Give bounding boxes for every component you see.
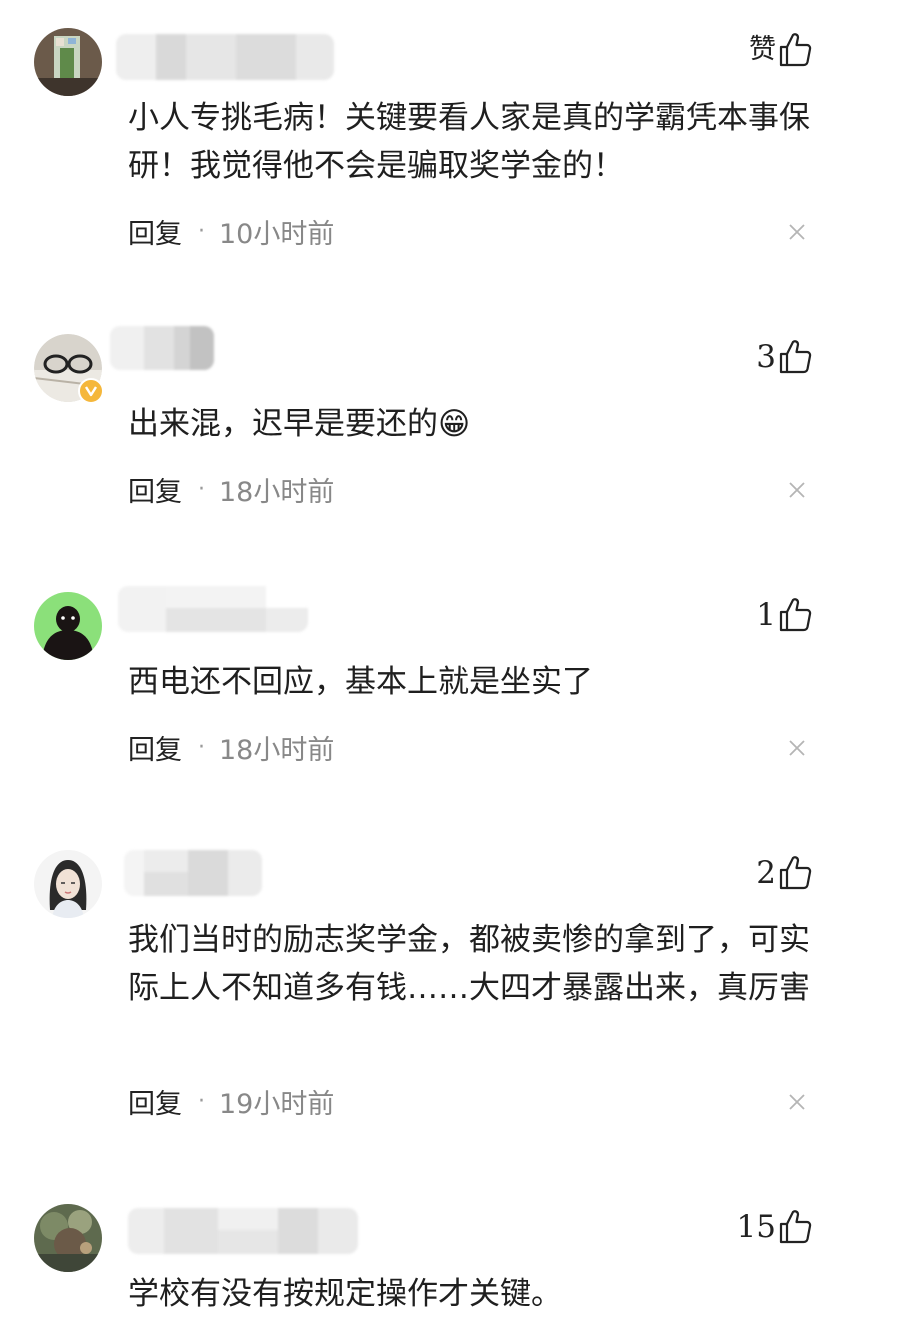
username-blurred[interactable] [124,850,262,896]
like-button[interactable]: 3 [756,337,812,377]
comment-text: 小人专挑毛病！关键要看人家是真的学霸凭本事保研！我觉得他不会是骗取奖学金的！ [128,100,810,184]
comment-text: 西电还不回应，基本上就是坐实了 [128,664,593,700]
like-button[interactable]: 1 [756,595,812,635]
close-icon[interactable] [788,739,806,757]
verified-badge-icon [78,378,104,404]
thumbs-up-icon [778,339,812,375]
comment-text: 学校有没有按规定操作才关键。 [128,1276,562,1312]
separator-dot: · [198,218,205,244]
comment-text: 出来混，迟早是要还的😁 [128,406,471,442]
like-count: 2 [756,855,776,891]
comment-meta: 回复 · 10小时前 [128,212,335,251]
avatar[interactable] [34,850,102,918]
reply-button[interactable]: 回复 [128,728,182,767]
close-icon[interactable] [788,1093,806,1111]
username-blurred[interactable] [116,34,334,80]
like-label: 赞 [749,34,776,65]
separator-dot: · [198,734,205,760]
reply-button[interactable]: 回复 [128,1082,182,1121]
reply-button[interactable]: 回复 [128,212,182,251]
username-blurred[interactable] [118,586,308,632]
thumbs-up-icon [778,597,812,633]
comment-meta: 回复 · 18小时前 [128,728,335,767]
avatar[interactable] [34,1204,102,1272]
username-blurred[interactable] [110,326,214,370]
thumbs-up-icon [778,855,812,891]
like-button[interactable]: 2 [756,853,812,893]
avatar[interactable] [34,592,102,660]
thumbs-up-icon [778,32,812,68]
reply-button[interactable]: 回复 [128,470,182,509]
thumbs-up-icon [778,1209,812,1245]
timestamp: 18小时前 [219,734,335,766]
username-blurred[interactable] [128,1208,358,1254]
close-icon[interactable] [788,223,806,241]
comment-meta: 回复 · 19小时前 [128,1082,335,1121]
timestamp: 18小时前 [219,476,335,508]
like-button[interactable]: 赞 [749,30,812,70]
like-count: 15 [736,1209,776,1245]
timestamp: 10小时前 [219,218,335,250]
separator-dot: · [198,476,205,502]
avatar[interactable] [34,28,102,96]
timestamp: 19小时前 [219,1088,335,1120]
like-count: 3 [756,339,776,375]
close-icon[interactable] [788,481,806,499]
avatar[interactable] [34,334,104,404]
like-button[interactable]: 15 [737,1207,812,1247]
comment-text: 我们当时的励志奖学金，都被卖惨的拿到了，可实际上人不知道多有钱……大四才暴露出来… [128,922,810,1006]
separator-dot: · [198,1088,205,1114]
like-count: 1 [756,597,776,633]
comment-meta: 回复 · 18小时前 [128,470,335,509]
